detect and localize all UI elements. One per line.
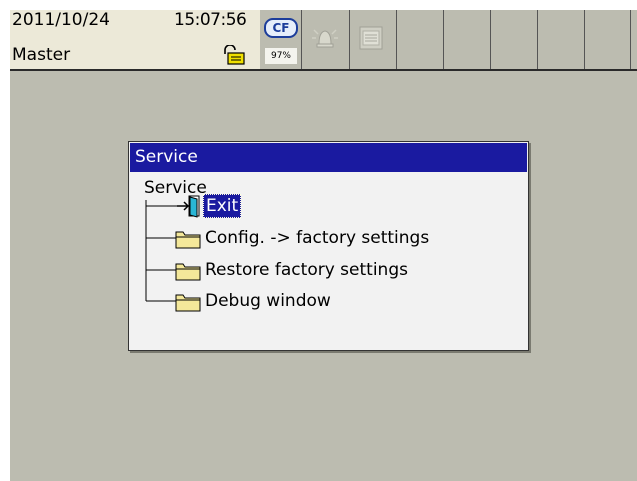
alarm-slot[interactable] bbox=[302, 10, 350, 69]
storage-slot[interactable]: CF 97% bbox=[260, 10, 302, 69]
empty-slot[interactable] bbox=[444, 10, 491, 69]
folder-icon bbox=[175, 294, 201, 312]
tree-item-label: Config. -> factory settings bbox=[205, 228, 430, 248]
folder-icon bbox=[175, 231, 201, 249]
tree-item-label: Debug window bbox=[205, 291, 331, 311]
tree-item-exit[interactable]: Exit bbox=[173, 194, 242, 218]
status-date: 2011/10/24 bbox=[12, 10, 110, 30]
status-user: Master bbox=[12, 45, 71, 65]
tree-item-label: Restore factory settings bbox=[205, 260, 408, 280]
tree-item-restore-factory[interactable]: Restore factory settings bbox=[173, 258, 410, 282]
main-area: Service Service Exit Config. -> factory … bbox=[10, 71, 637, 481]
exit-door-icon bbox=[177, 195, 200, 218]
dialog-title: Service bbox=[130, 143, 527, 172]
tree-item-config-factory[interactable]: Config. -> factory settings bbox=[173, 226, 431, 250]
log-slot[interactable] bbox=[350, 10, 397, 69]
empty-slot[interactable] bbox=[538, 10, 585, 69]
empty-slot[interactable] bbox=[397, 10, 444, 69]
tree-item-label: Exit bbox=[203, 194, 242, 218]
cf-card-icon: CF bbox=[264, 18, 298, 38]
empty-slot[interactable] bbox=[491, 10, 538, 69]
status-bar: 2011/10/24 15:07:56 Master CF 97% bbox=[10, 10, 637, 71]
storage-usage: 97% bbox=[265, 48, 297, 64]
status-time: 15:07:56 bbox=[174, 10, 247, 30]
alarm-bell-icon bbox=[312, 29, 338, 48]
tree-item-debug-window[interactable]: Debug window bbox=[173, 289, 333, 313]
service-dialog: Service Service Exit Config. -> factory … bbox=[128, 141, 529, 351]
folder-icon bbox=[175, 263, 201, 281]
empty-slot[interactable] bbox=[585, 10, 631, 69]
message-log-icon bbox=[359, 26, 383, 50]
status-info-cell: 2011/10/24 15:07:56 Master bbox=[10, 10, 261, 69]
unlocked-padlock-icon[interactable] bbox=[222, 45, 246, 65]
